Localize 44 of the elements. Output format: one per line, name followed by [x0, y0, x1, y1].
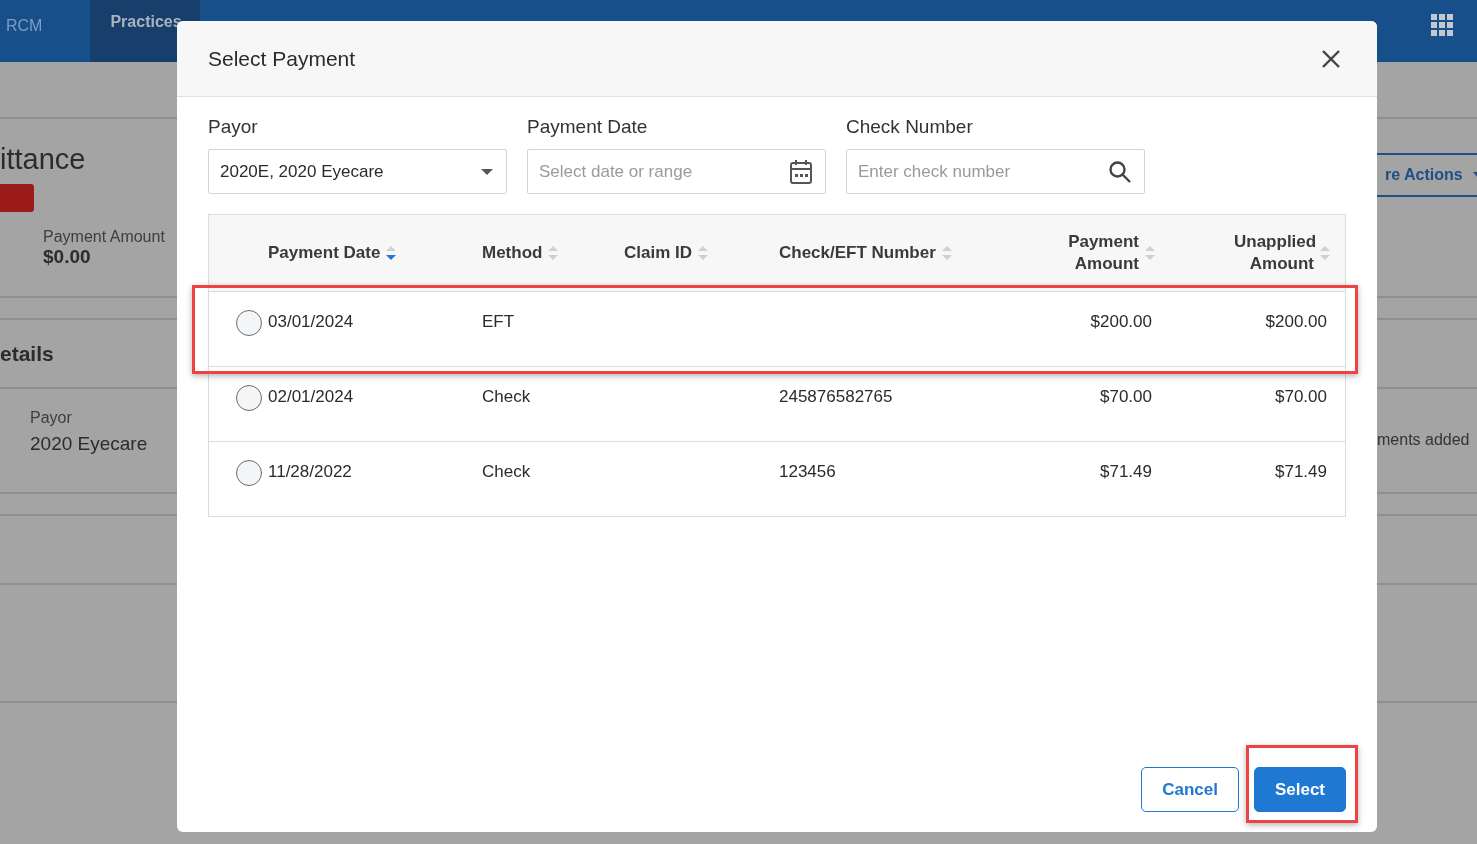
calendar-icon[interactable] [789, 158, 813, 185]
search-icon[interactable] [1108, 159, 1132, 184]
radio-button[interactable] [236, 460, 262, 486]
table-cell-text: 02/01/2024 [268, 386, 354, 407]
table-cell-text: 245876582765 [779, 386, 893, 407]
sort-icon[interactable] [385, 244, 398, 262]
radio-button[interactable] [236, 385, 262, 411]
section-title: etails [0, 342, 55, 366]
payment-amount-label: Payment Amount [43, 228, 166, 246]
radio-button[interactable] [236, 310, 262, 336]
close-button[interactable] [1321, 48, 1341, 69]
select-button[interactable]: Select [1253, 767, 1346, 812]
payor-label: Payor [30, 409, 73, 427]
table-cell-text: 03/01/2024 [268, 311, 354, 332]
field-label: Check Number [846, 116, 974, 139]
column-header[interactable]: Check/EFT Number [779, 242, 936, 264]
table-cell-text: $200.00 [1265, 311, 1328, 332]
status-badge [0, 184, 34, 212]
note-text: ments added [1377, 431, 1471, 449]
column-header[interactable]: Claim ID [624, 242, 693, 264]
cancel-button[interactable]: Cancel [1141, 767, 1239, 812]
table-cell-text: $200.00 [1090, 311, 1153, 332]
column-header[interactable]: Method [482, 242, 543, 264]
payor-dropdown[interactable]: 2020E, 2020 Eyecare [208, 149, 507, 194]
column-header[interactable]: Unapplied Amount [1234, 231, 1314, 275]
table-cell-text: Check [482, 386, 531, 407]
table-cell-text: $70.00 [1100, 386, 1153, 407]
table-cell-text: $70.00 [1275, 386, 1328, 407]
field-label: Payor [208, 116, 259, 139]
field-label: Payment Date [527, 116, 649, 139]
table-cell-text: $71.49 [1275, 461, 1328, 482]
table-cell-text: Check [482, 461, 531, 482]
column-header[interactable]: Payment Amount [1059, 231, 1139, 275]
apps-grid-icon[interactable] [1431, 14, 1453, 36]
column-header[interactable]: Payment Date [268, 242, 381, 264]
page-title: ittance [0, 143, 87, 176]
table-cell-text: $71.49 [1100, 461, 1153, 482]
dialog-title: Select Payment [208, 46, 356, 71]
caret-icon [480, 167, 494, 176]
table-cell-text: 11/28/2022 [268, 461, 352, 482]
payor-value: 2020 Eyecare [30, 433, 149, 455]
table-cell-text: 123456 [779, 461, 836, 482]
payment-amount-value: $0.00 [43, 246, 92, 268]
table-cell-text: EFT [482, 311, 515, 332]
